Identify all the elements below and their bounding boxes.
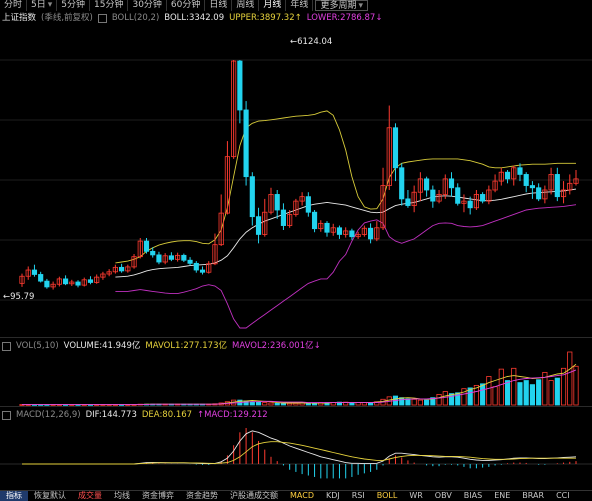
candle-body — [349, 230, 355, 238]
candle-body — [44, 280, 50, 288]
candle-body — [311, 211, 318, 230]
volume-bar — [293, 402, 299, 406]
candle-body — [517, 167, 523, 175]
candle-body — [193, 262, 199, 271]
volume-bar — [262, 402, 268, 406]
kline-chart[interactable] — [0, 0, 592, 490]
volume-bar — [243, 400, 249, 406]
candle-body — [554, 174, 560, 198]
candle-body — [336, 227, 343, 235]
volume-bar — [436, 393, 442, 406]
candle-body — [237, 60, 243, 111]
candle-body — [536, 187, 542, 200]
candle-body — [87, 279, 94, 283]
candle-body — [181, 254, 187, 261]
volume-bar — [411, 398, 417, 406]
volume-bar — [255, 401, 262, 406]
candle-body — [119, 266, 125, 272]
volume-bar — [573, 365, 579, 406]
volume-bar — [529, 384, 536, 406]
candle-body — [243, 109, 249, 178]
volume-bar — [287, 402, 293, 406]
volume-bar — [523, 380, 529, 406]
candle-body — [523, 174, 529, 186]
indicator-tabs: 指标 恢复默认 成交量 均线 资金博弈 资金趋势 沪股通成交额 MACD KDJ RSI BOLL W… — [0, 490, 592, 501]
volume-bar — [486, 376, 492, 406]
candle-body — [168, 255, 174, 260]
candle-body — [249, 176, 255, 218]
candle-body — [455, 187, 461, 204]
candle-body — [274, 194, 280, 211]
candle-body — [156, 254, 162, 263]
candle-body — [480, 194, 486, 202]
candle-body — [392, 127, 399, 169]
candle-body — [199, 269, 206, 273]
candle-body — [150, 250, 156, 256]
min-price-label: ←95.79 — [3, 292, 35, 302]
candle-body — [31, 269, 38, 275]
volume-bar — [424, 399, 430, 406]
volume-bar — [504, 380, 511, 406]
volume-bar — [492, 386, 498, 406]
candle-body — [280, 209, 287, 226]
volume-bar — [417, 399, 423, 406]
volume-bar — [442, 391, 448, 406]
candle-body — [368, 227, 374, 240]
candle-body — [424, 178, 430, 191]
volume-bar — [399, 397, 405, 406]
candle-body — [75, 281, 81, 286]
candle-body — [324, 222, 330, 233]
volume-bar — [554, 377, 560, 406]
candle-body — [399, 167, 405, 200]
volume-bar — [274, 402, 280, 406]
candle-body — [62, 278, 69, 285]
volume-bar — [268, 402, 274, 406]
candle-body — [305, 196, 311, 213]
dea-line — [22, 441, 576, 465]
max-price-label: ←6124.04 — [290, 37, 333, 47]
volume-bar — [536, 379, 542, 406]
candle-body — [448, 178, 455, 189]
candle-body — [405, 198, 411, 206]
candle-body — [430, 189, 436, 202]
candle-body — [255, 216, 262, 235]
volume-bar — [498, 368, 504, 406]
candle-body — [529, 185, 536, 189]
candle-body — [187, 259, 193, 264]
volume-bar — [567, 351, 573, 406]
candle-body — [467, 200, 473, 209]
candle-body — [504, 171, 511, 180]
volume-bar — [480, 383, 486, 406]
candle-body — [38, 274, 44, 282]
volume-bar — [548, 380, 554, 406]
candle-body — [143, 240, 150, 252]
volume-bar — [280, 402, 287, 406]
volume-bar — [511, 367, 517, 406]
volume-bar — [517, 382, 523, 406]
